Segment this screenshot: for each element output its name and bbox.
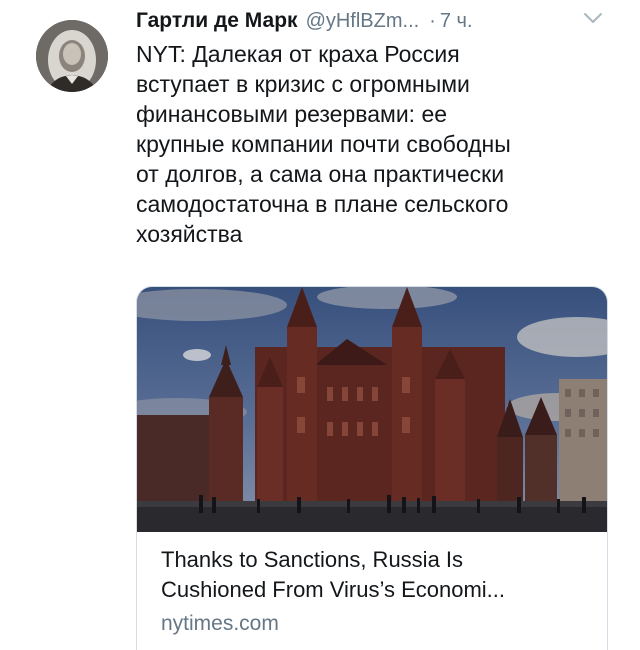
author-handle[interactable]: @yHflBZm... bbox=[306, 10, 420, 33]
tweet-header: Гартли де Марк @yHflBZm... · 7 ч. bbox=[136, 6, 616, 36]
tweet-text: NYT: Далекая от краха Россия вступает в … bbox=[136, 41, 511, 247]
portrait-image bbox=[36, 20, 108, 92]
chevron-down-icon[interactable] bbox=[582, 10, 604, 26]
tweet-timestamp[interactable]: 7 ч. bbox=[440, 10, 473, 33]
link-card[interactable]: Thanks to Sanctions, Russia Is Cushioned… bbox=[136, 286, 608, 650]
card-title: Thanks to Sanctions, Russia Is Cushioned… bbox=[161, 547, 505, 602]
author-name[interactable]: Гартли де Марк bbox=[136, 9, 298, 33]
avatar[interactable] bbox=[36, 20, 108, 92]
card-image bbox=[137, 287, 607, 532]
separator-dot: · bbox=[429, 9, 436, 32]
card-domain: nytimes.com bbox=[161, 612, 279, 635]
